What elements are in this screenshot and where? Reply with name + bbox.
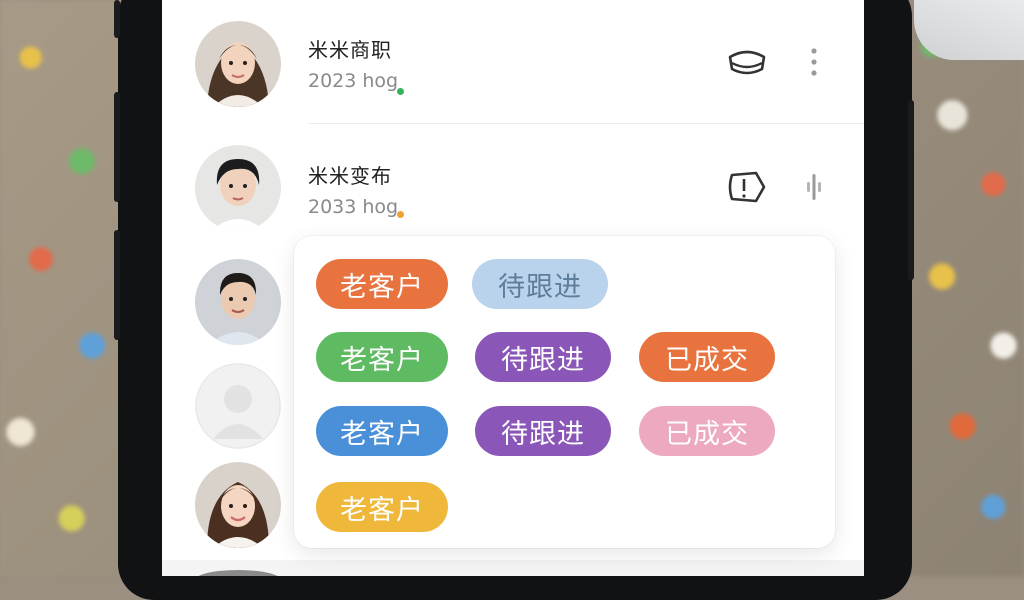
tag-chip[interactable]: 已成交 — [634, 329, 780, 385]
contact-list-screen: 米米商职 2023 hog 米米变布 2033 hog 老客户 待跟进 老客户 … — [162, 0, 864, 576]
tag-label: 待跟进 — [498, 271, 582, 303]
avatar-placeholder[interactable] — [195, 363, 281, 449]
avatar[interactable] — [195, 259, 281, 345]
tag-chip[interactable]: 老客户 — [311, 256, 453, 312]
tag-label: 已成交 — [665, 418, 749, 450]
phone-power-button — [908, 100, 914, 280]
avatar[interactable] — [195, 462, 281, 548]
status-dot — [397, 211, 404, 218]
tag-chip[interactable]: 老客户 — [311, 403, 453, 459]
phone-volume-button — [114, 92, 120, 202]
voice-icon[interactable] — [804, 170, 824, 204]
tag-label: 老客户 — [340, 344, 424, 376]
avatar[interactable] — [195, 21, 281, 107]
contact-name: 米米变布 — [308, 164, 392, 188]
contact-row[interactable]: 米米商职 2023 hog — [162, 0, 864, 124]
tag-label: 老客户 — [340, 271, 424, 303]
tag-chip[interactable]: 已成交 — [634, 403, 780, 459]
status-dot — [397, 88, 404, 95]
background-object — [914, 0, 1024, 60]
tag-selector-popup: 老客户 待跟进 老客户 待跟进 已成交 老客户 待跟进 已成交 老客户 — [294, 236, 835, 548]
tag-icon[interactable] — [724, 167, 770, 207]
contact-row[interactable]: 米米变布 2033 hog — [162, 124, 864, 236]
avatar[interactable] — [195, 145, 281, 231]
chat-bubble-icon[interactable] — [724, 42, 770, 82]
tag-chip[interactable]: 待跟进 — [470, 403, 616, 459]
tag-chip[interactable]: 待跟进 — [467, 256, 613, 312]
tag-label: 老客户 — [340, 494, 424, 526]
more-vertical-icon[interactable] — [804, 44, 824, 80]
tag-label: 待跟进 — [501, 418, 585, 450]
contact-subtitle: 2023 hog — [308, 70, 399, 92]
contact-subtitle: 2033 hog — [308, 196, 399, 218]
tag-label: 老客户 — [340, 418, 424, 450]
phone-side-button — [114, 0, 120, 38]
tag-label: 待跟进 — [501, 344, 585, 376]
tag-label: 已成交 — [665, 344, 749, 376]
tag-chip[interactable]: 老客户 — [311, 329, 453, 385]
contact-name: 米米商职 — [308, 38, 392, 62]
tag-chip[interactable]: 待跟进 — [470, 329, 616, 385]
tag-chip[interactable]: 老客户 — [311, 479, 453, 535]
phone-volume-button — [114, 230, 120, 340]
